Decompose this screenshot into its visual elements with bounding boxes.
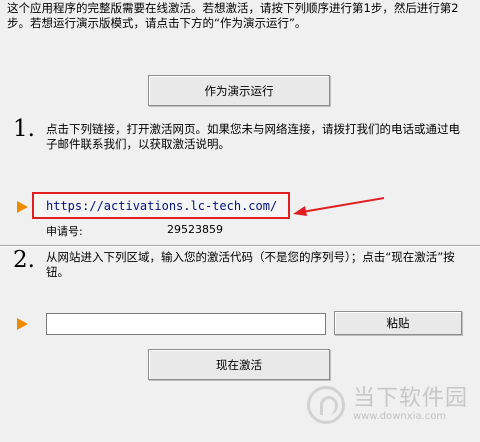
- activation-link-text[interactable]: https://activations.lc-tech.com/: [46, 199, 277, 213]
- request-number-label: 申请号:: [46, 225, 83, 238]
- run-demo-button[interactable]: 作为演示运行: [148, 75, 330, 106]
- intro-text: 这个应用程序的完整版需要在线激活。若想激活，请按下列顺序进行第1步，然后进行第2…: [7, 1, 459, 30]
- step-1-number: 1.: [13, 116, 35, 142]
- activation-link[interactable]: https://activations.lc-tech.com/: [32, 192, 290, 219]
- request-number-value: 29523859: [167, 223, 223, 236]
- activation-code-input[interactable]: [46, 313, 326, 335]
- step-1-instructions: 点击下列链接，打开激活网页。如果您未与网络连接，请拨打我们的电话或通过电子邮件联…: [46, 122, 460, 151]
- paste-button[interactable]: 粘贴: [334, 311, 462, 335]
- watermark-title: 当下软件园: [352, 386, 468, 411]
- step-2-instructions: 从网站进入下列区域，输入您的激活代码（不是您的序列号）；点击“现在激活”按钮。: [46, 250, 455, 279]
- annotation-arrow-icon: [293, 197, 385, 216]
- step-1-arrow-icon: [17, 201, 28, 213]
- step-2-arrow-icon: [17, 318, 28, 330]
- step-2-number: 2.: [13, 247, 35, 273]
- watermark: 当下软件园 www.downxia.com: [306, 386, 468, 424]
- activate-now-button[interactable]: 现在激活: [148, 349, 330, 380]
- section-divider: [0, 245, 480, 247]
- watermark-url: www.downxia.com: [352, 411, 447, 422]
- watermark-logo-icon: [306, 386, 345, 424]
